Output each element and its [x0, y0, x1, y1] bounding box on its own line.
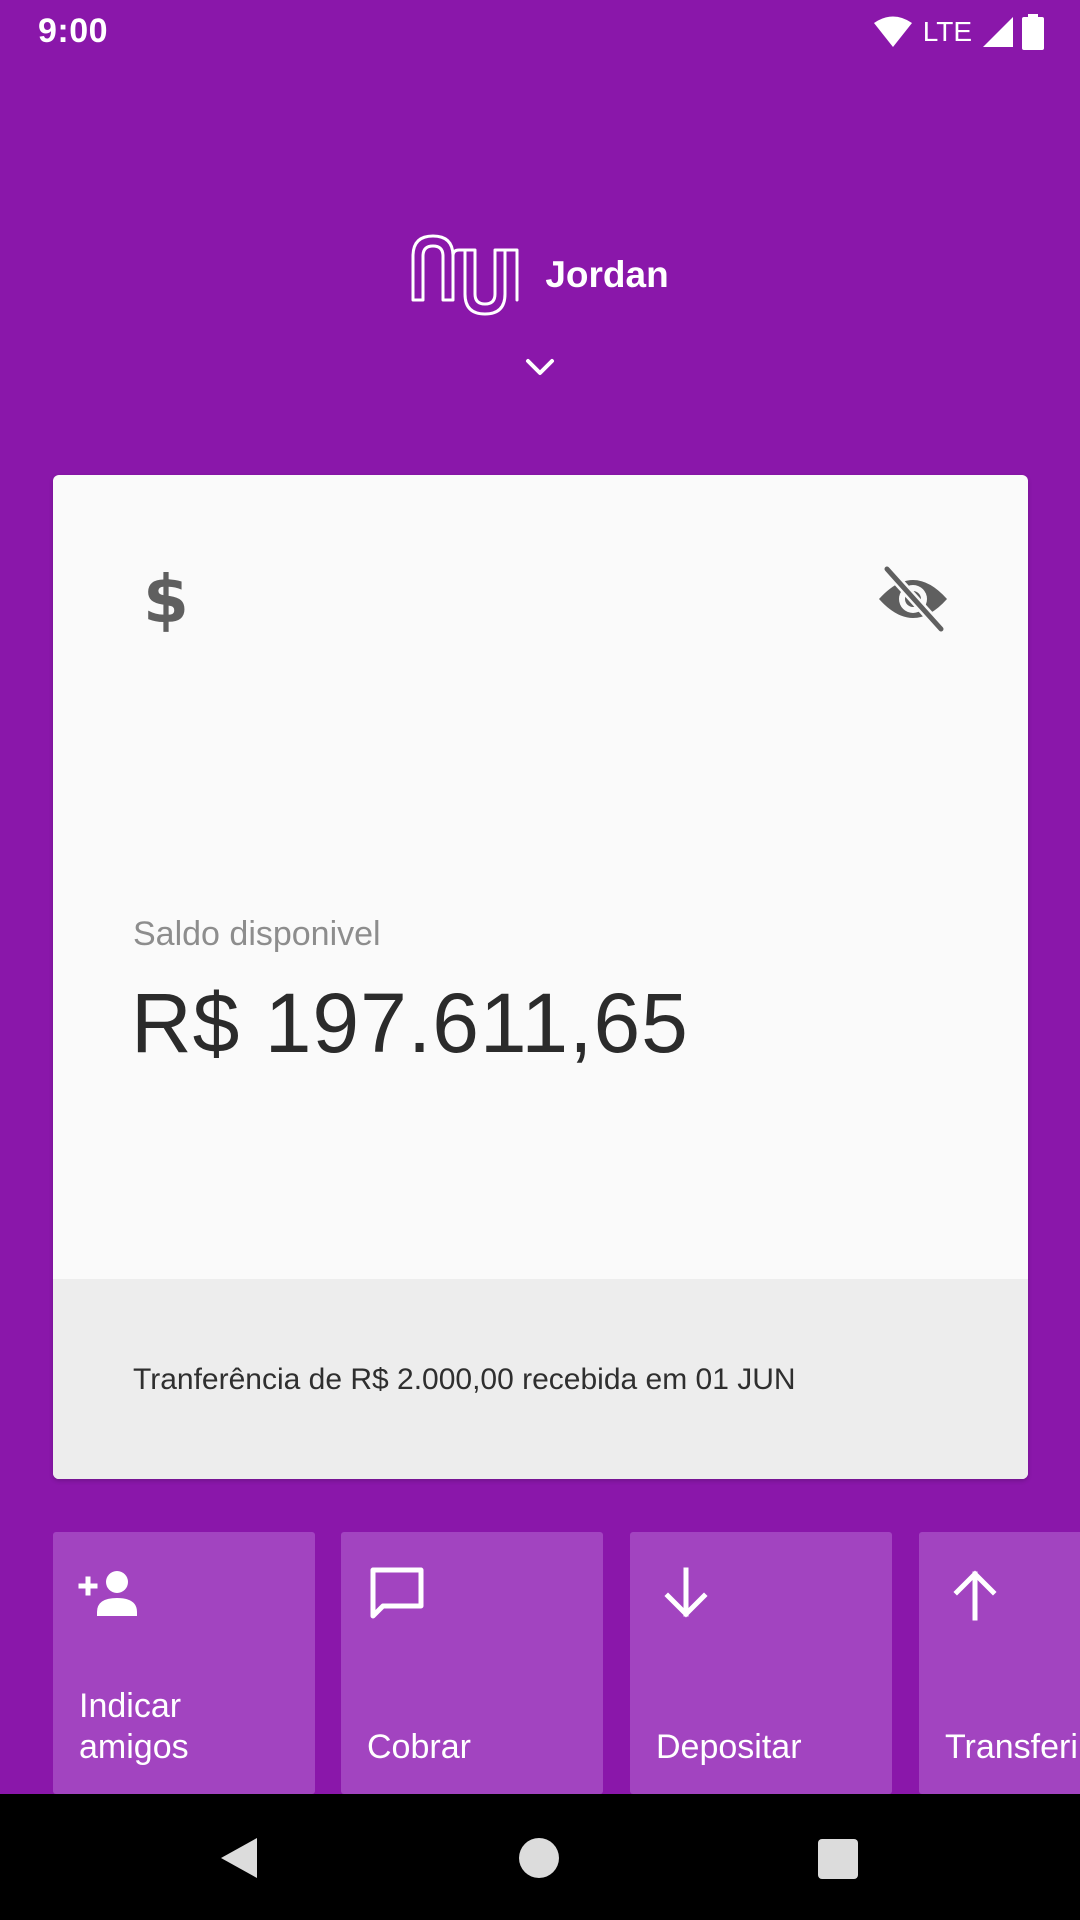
wifi-icon: [873, 16, 912, 47]
last-activity-section[interactable]: Tranferência de R$ 2.000,00 recebida em …: [53, 1279, 1028, 1479]
system-nav-bar: [0, 1794, 1080, 1920]
balance-card[interactable]: $ Saldo disponivel R$ 197.611,65 Tranfer…: [53, 475, 1028, 1479]
home-icon[interactable]: [519, 1838, 559, 1878]
account-name: Jordan: [545, 254, 669, 295]
status-icons: LTE: [873, 12, 1044, 52]
add-person-icon: [78, 1571, 137, 1616]
back-icon[interactable]: [215, 1834, 263, 1882]
shortcuts-row: Indicar amigos Cobrar Depositar Transfer…: [53, 1532, 1080, 1794]
balance-label: Saldo disponivel: [133, 915, 381, 953]
app-screen: 9:00 LTE Jordan $ Saldo disponivel R$ 19…: [0, 0, 1080, 1920]
shortcut-label: Depositar: [656, 1728, 802, 1766]
shortcut-label: Indicar amigos: [79, 1687, 189, 1766]
nu-logo-icon: [411, 234, 519, 316]
recents-icon[interactable]: [818, 1839, 858, 1879]
dollar-icon: $: [143, 561, 189, 638]
shortcut-label: Cobrar: [367, 1728, 471, 1766]
signal-icon: [983, 17, 1013, 47]
status-time: 9:00: [38, 12, 109, 50]
shortcut-cobrar[interactable]: Cobrar: [341, 1532, 603, 1794]
last-activity-text: Tranferência de R$ 2.000,00 recebida em …: [133, 1363, 796, 1396]
shortcut-depositar[interactable]: Depositar: [630, 1532, 892, 1794]
shortcut-transferir[interactable]: Transferir: [919, 1532, 1080, 1794]
shortcut-label: Transferir: [945, 1728, 1080, 1766]
balance-value: R$ 197.611,65: [131, 976, 689, 1070]
eye-off-icon[interactable]: [877, 563, 949, 635]
chevron-down-icon[interactable]: [522, 350, 558, 386]
arrow-up-icon: [953, 1570, 997, 1621]
network-type: LTE: [922, 16, 972, 47]
battery-icon: [1022, 14, 1044, 50]
shortcut-indicar-amigos[interactable]: Indicar amigos: [53, 1532, 315, 1794]
message-icon: [370, 1567, 424, 1619]
arrow-down-icon: [664, 1567, 708, 1618]
status-bar: 9:00 LTE: [0, 0, 1080, 64]
account-header[interactable]: Jordan: [0, 225, 1080, 325]
